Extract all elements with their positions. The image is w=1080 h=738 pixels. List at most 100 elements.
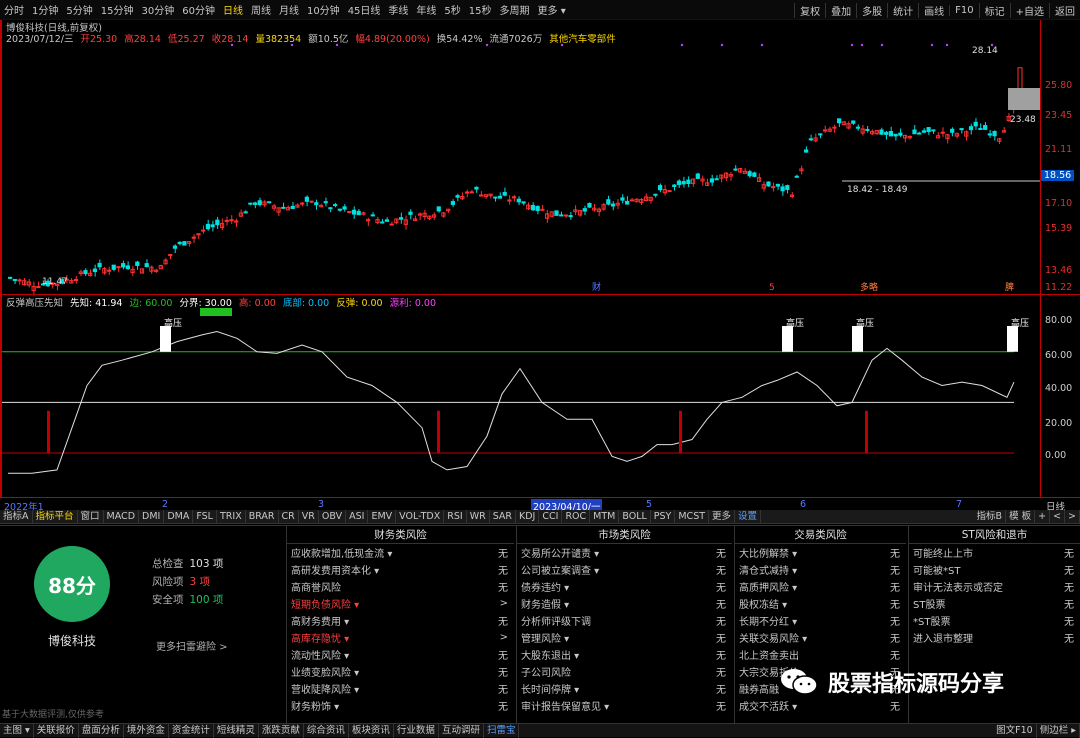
indicator-tab[interactable]: MCST bbox=[675, 509, 710, 524]
risk-row[interactable]: 子公司风险 无 bbox=[517, 663, 732, 680]
risk-row[interactable]: 股权冻结 ▾ 无 bbox=[735, 595, 906, 612]
toolbar-button[interactable]: 叠加 bbox=[825, 2, 856, 18]
toolbar-button[interactable]: 复权 bbox=[794, 2, 825, 18]
tab-control[interactable]: < bbox=[1050, 509, 1066, 524]
risk-row[interactable]: 审计报告保留意见 ▾ 无 bbox=[517, 697, 732, 714]
risk-row[interactable]: 高库存隐忧 ▾ > bbox=[287, 629, 514, 646]
risk-row[interactable]: 财务粉饰 ▾ 无 bbox=[287, 697, 514, 714]
risk-row[interactable]: 大比例解禁 ▾ 无 bbox=[735, 544, 906, 561]
indicator-tab[interactable]: ASI bbox=[346, 509, 369, 524]
toolbar-button[interactable]: 多股 bbox=[856, 2, 887, 18]
risk-row[interactable]: 应收款增加,低现金流 ▾ 无 bbox=[287, 544, 514, 561]
risk-row[interactable]: 交易所公开谴责 ▾ 无 bbox=[517, 544, 732, 561]
toolbar-button[interactable]: 画线 bbox=[918, 2, 949, 18]
bottom-right-tab[interactable]: 侧边栏 ▸ bbox=[1037, 723, 1080, 738]
indicator-tab[interactable]: MTM bbox=[590, 509, 620, 524]
risk-row[interactable]: ST股票 无 bbox=[909, 595, 1080, 612]
risk-row[interactable]: 高财务费用 ▾ 无 bbox=[287, 612, 514, 629]
bottom-tab[interactable]: 涨跌贡献 bbox=[259, 723, 304, 738]
tab-control[interactable]: > bbox=[1065, 509, 1080, 524]
bottom-tab[interactable]: 短线精灵 bbox=[214, 723, 259, 738]
period-tab[interactable]: 45日线 bbox=[344, 2, 385, 17]
indicator-tab[interactable]: TRIX bbox=[217, 509, 246, 524]
bottom-tab[interactable]: 主图 ▾ bbox=[0, 723, 34, 738]
event-marker[interactable]: 财 bbox=[592, 281, 601, 293]
indicator-tab[interactable]: CR bbox=[279, 509, 299, 524]
risk-row[interactable]: 长期不分红 ▾ 无 bbox=[735, 612, 906, 629]
indicator-tab[interactable]: EMV bbox=[368, 509, 397, 524]
indicator-tab[interactable]: VR bbox=[299, 509, 319, 524]
tab-control[interactable]: 指标B bbox=[974, 509, 1007, 524]
bottom-tab[interactable]: 境外资金 bbox=[124, 723, 169, 738]
indicator-tab[interactable]: BRAR bbox=[246, 509, 279, 524]
bottom-tab[interactable]: 资金统计 bbox=[169, 723, 214, 738]
indicator-tab[interactable]: DMI bbox=[139, 509, 165, 524]
risk-row[interactable]: 短期负债风险 ▾ > bbox=[287, 595, 514, 612]
indicator-tab[interactable]: CCI bbox=[539, 509, 563, 524]
indicator-tab[interactable]: BOLL bbox=[619, 509, 651, 524]
period-tab[interactable]: 1分钟 bbox=[28, 2, 62, 17]
toolbar-button[interactable]: 返回 bbox=[1049, 2, 1080, 18]
toolbar-button[interactable]: 标记 bbox=[978, 2, 1010, 18]
risk-row[interactable]: 业绩变脸风险 ▾ 无 bbox=[287, 663, 514, 680]
event-marker[interactable]: 多略 bbox=[860, 281, 878, 293]
risk-row[interactable]: 高质押风险 ▾ 无 bbox=[735, 578, 906, 595]
period-tab[interactable]: 5分钟 bbox=[62, 2, 96, 17]
indicator-tab[interactable]: SAR bbox=[490, 509, 517, 524]
risk-row[interactable]: 高研发费用资本化 ▾ 无 bbox=[287, 561, 514, 578]
risk-row[interactable]: 分析师评级下调 无 bbox=[517, 612, 732, 629]
risk-row[interactable]: 关联交易风险 ▾ 无 bbox=[735, 629, 906, 646]
period-tab[interactable]: 15分钟 bbox=[97, 2, 138, 17]
risk-row[interactable]: 高商誉风险 无 bbox=[287, 578, 514, 595]
period-tab[interactable]: 60分钟 bbox=[178, 2, 219, 17]
risk-row[interactable]: 流动性风险 ▾ 无 bbox=[287, 646, 514, 663]
period-tab[interactable]: 多周期 bbox=[496, 2, 534, 17]
bottom-tab[interactable]: 互动调研 bbox=[439, 723, 484, 738]
period-tab[interactable]: 季线 bbox=[384, 2, 412, 17]
event-marker[interactable]: 脾 bbox=[1005, 281, 1014, 293]
bottom-right-tab[interactable]: 图文F10 bbox=[993, 723, 1037, 738]
risk-row[interactable]: 管理风险 ▾ 无 bbox=[517, 629, 732, 646]
risk-row[interactable]: 北上资金卖出 无 bbox=[735, 646, 906, 663]
risk-row[interactable]: 营收陡降风险 ▾ 无 bbox=[287, 680, 514, 697]
period-tab[interactable]: 周线 bbox=[247, 2, 275, 17]
risk-row[interactable]: *ST股票 无 bbox=[909, 612, 1080, 629]
period-tab[interactable]: 年线 bbox=[412, 2, 440, 17]
bottom-tab[interactable]: 行业数据 bbox=[394, 723, 439, 738]
tab-control[interactable]: + bbox=[1035, 509, 1051, 524]
tab-control[interactable]: 模 板 bbox=[1006, 509, 1036, 524]
toolbar-button[interactable]: F10 bbox=[949, 4, 978, 16]
risk-row[interactable]: 进入退市整理 无 bbox=[909, 629, 1080, 646]
period-tab[interactable]: 30分钟 bbox=[137, 2, 178, 17]
risk-row[interactable]: 公司被立案调查 ▾ 无 bbox=[517, 561, 732, 578]
indicator-tab[interactable]: 设置 bbox=[735, 509, 762, 524]
indicator-tab[interactable]: VOL-TDX bbox=[396, 509, 445, 524]
period-tab[interactable]: 日线 bbox=[219, 2, 247, 17]
period-tab[interactable]: 15秒 bbox=[465, 2, 496, 17]
event-marker[interactable]: 5 bbox=[769, 283, 775, 293]
period-tab[interactable]: 更多 ▾ bbox=[534, 2, 570, 17]
indicator-tab[interactable]: RSI bbox=[444, 509, 467, 524]
bottom-tab[interactable]: 扫雷宝 bbox=[484, 723, 520, 738]
toolbar-button[interactable]: +自选 bbox=[1009, 2, 1049, 18]
more-scan-link[interactable]: 更多扫雷避险 > bbox=[156, 638, 228, 653]
risk-row[interactable]: 清仓式减持 ▾ 无 bbox=[735, 561, 906, 578]
bottom-tab[interactable]: 板块资讯 bbox=[349, 723, 394, 738]
kline-chart[interactable]: 28.14 23.48 18.42 - 18.49 11.47 财 5 多略 脾高压 高压 高压 高… bbox=[0, 20, 1040, 497]
bottom-tab[interactable]: 关联报价 bbox=[34, 723, 79, 738]
indicator-tab[interactable]: WR bbox=[467, 509, 490, 524]
risk-row[interactable]: 成交不活跃 ▾ 无 bbox=[735, 697, 906, 714]
risk-row[interactable]: 财务造假 ▾ 无 bbox=[517, 595, 732, 612]
toolbar-button[interactable]: 统计 bbox=[887, 2, 918, 18]
risk-row[interactable]: 可能终止上市 无 bbox=[909, 544, 1080, 561]
risk-row[interactable]: 可能被*ST 无 bbox=[909, 561, 1080, 578]
risk-row[interactable]: 债券违约 ▾ 无 bbox=[517, 578, 732, 595]
risk-row[interactable]: 大股东退出 ▾ 无 bbox=[517, 646, 732, 663]
period-tab[interactable]: 5秒 bbox=[440, 2, 464, 17]
indicator-tab[interactable]: ROC bbox=[562, 509, 591, 524]
indicator-tab[interactable]: KDJ bbox=[516, 509, 540, 524]
indicator-tab[interactable]: FSL bbox=[193, 509, 217, 524]
period-tab[interactable]: 分时 bbox=[0, 2, 28, 17]
bottom-tab[interactable]: 综合资讯 bbox=[304, 723, 349, 738]
indicator-tab[interactable]: 指标A bbox=[0, 509, 33, 524]
